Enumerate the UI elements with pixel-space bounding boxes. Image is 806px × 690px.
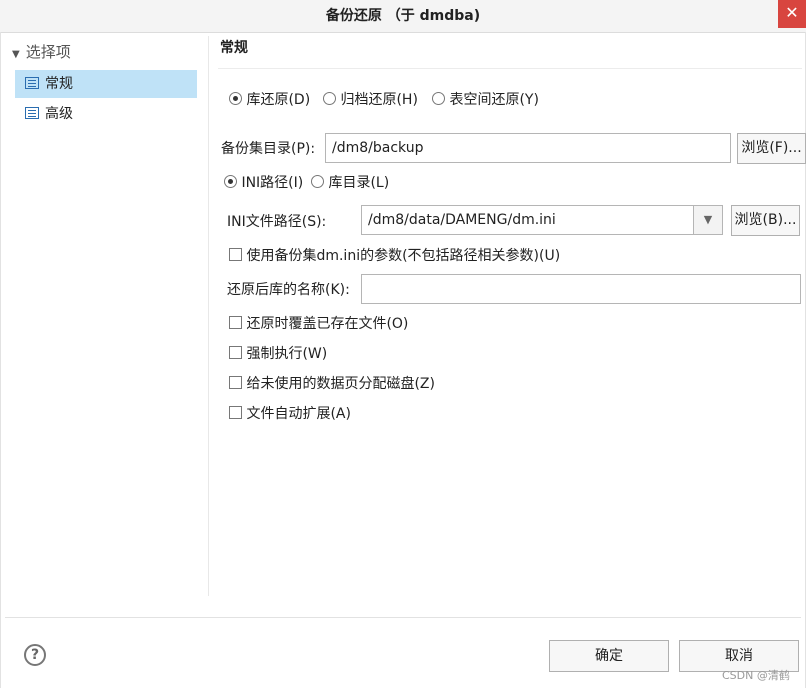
checkbox[interactable] [229,376,242,389]
radio-button[interactable] [229,92,242,105]
radio-button[interactable] [432,92,445,105]
backup-dir-label: 备份集目录(P): [221,141,316,157]
sidebar-item-label: 高级 [45,106,73,122]
section-divider [218,68,802,69]
backup-dir-input[interactable]: /dm8/backup [325,133,731,163]
watermark: CSDN @清鹤 [722,669,790,682]
checkbox-label: 文件自动扩展(A) [246,406,351,422]
sidebar-header[interactable]: ▼ 选择项 [12,42,71,62]
window-title: 备份还原 （于 dmdba) [325,8,481,24]
browse-ini-button[interactable]: 浏览(B)... [731,205,800,236]
checkbox-force[interactable]: 强制执行(W) [229,344,327,364]
radio-db-dir[interactable]: 库目录(L) [311,173,389,193]
list-page-icon [25,77,39,89]
radio-label: 表空间还原(Y) [449,92,539,108]
checkbox-label: 给未使用的数据页分配磁盘(Z) [246,376,435,392]
checkbox-label: 强制执行(W) [246,346,328,362]
radio-label: 库还原(D) [246,92,311,108]
radio-label: 库目录(L) [328,175,390,191]
sidebar-header-label: 选择项 [25,43,71,61]
ini-path-combo[interactable]: /dm8/data/DAMENG/dm.ini [361,205,694,235]
checkbox-allocate-disk[interactable]: 给未使用的数据页分配磁盘(Z) [229,374,435,394]
checkbox-label: 使用备份集dm.ini的参数(不包括路径相关参数)(U) [246,248,561,264]
help-icon[interactable]: ? [24,644,46,666]
list-page-icon [25,107,39,119]
chevron-down-icon[interactable]: ▼ [693,205,723,235]
radio-archive-restore[interactable]: 归档还原(H) [323,90,418,110]
checkbox[interactable] [229,248,242,261]
radio-label: 归档还原(H) [340,92,418,108]
checkbox[interactable] [229,316,242,329]
ok-button[interactable]: 确定 [549,640,669,672]
sidebar-item-label: 常规 [45,76,73,92]
close-icon[interactable]: ✕ [778,0,806,28]
db-name-label: 还原后库的名称(K): [227,282,350,298]
radio-tablespace-restore[interactable]: 表空间还原(Y) [432,90,539,110]
checkbox[interactable] [229,346,242,359]
browse-backup-button[interactable]: 浏览(F)... [737,133,806,164]
expand-triangle-icon[interactable]: ▼ [12,45,20,65]
radio-label: INI路径(I) [241,175,304,191]
radio-button[interactable] [311,175,324,188]
radio-db-restore[interactable]: 库还原(D) [229,90,310,110]
db-name-input[interactable] [361,274,801,304]
checkbox-label: 还原时覆盖已存在文件(O) [246,316,409,332]
checkbox-auto-extend[interactable]: 文件自动扩展(A) [229,404,351,424]
radio-ini-path[interactable]: INI路径(I) [224,173,303,193]
checkbox-overwrite[interactable]: 还原时覆盖已存在文件(O) [229,314,408,334]
sidebar-item-advanced[interactable]: 高级 [15,100,197,128]
footer-divider [5,617,801,618]
radio-button[interactable] [323,92,336,105]
sidebar-item-general[interactable]: 常规 [15,70,197,98]
checkbox[interactable] [229,406,242,419]
checkbox-use-ini-params[interactable]: 使用备份集dm.ini的参数(不包括路径相关参数)(U) [229,246,560,266]
section-title: 常规 [220,40,248,56]
radio-button[interactable] [224,175,237,188]
ini-path-label: INI文件路径(S): [227,214,327,230]
